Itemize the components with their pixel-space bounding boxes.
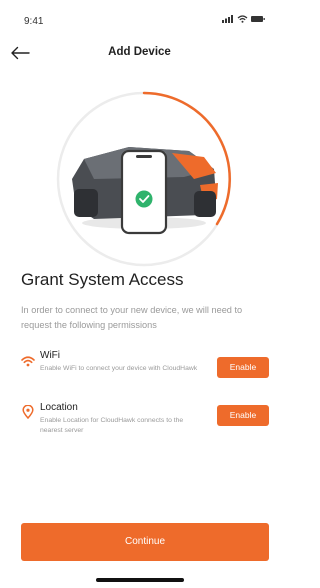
status-time: 9:41 (24, 16, 44, 27)
enable-location-button[interactable]: Enable (217, 405, 269, 426)
permission-description: Enable WiFi to connect your device with … (40, 365, 198, 372)
continue-button[interactable]: Continue (21, 523, 269, 561)
signal-icon (222, 15, 233, 23)
page-title: Add Device (108, 46, 171, 58)
wifi-icon (21, 356, 35, 367)
permission-title: WiFi (40, 350, 60, 361)
check-badge-icon (135, 190, 153, 208)
battery-icon (251, 16, 265, 22)
location-pin-icon (22, 405, 34, 419)
home-indicator (96, 578, 184, 582)
permission-title: Location (40, 402, 78, 413)
enable-wifi-button[interactable]: Enable (217, 357, 269, 378)
section-title: Grant System Access (21, 270, 184, 289)
status-icons (222, 15, 265, 23)
permission-item-wifi: WiFi Enable WiFi to connect your device … (21, 350, 269, 388)
hero-illustration (54, 89, 234, 269)
section-description: In order to connect to your new device, … (21, 305, 243, 330)
permission-description: Enable Location for CloudHawk connects t… (40, 417, 184, 434)
wifi-status-icon (237, 15, 248, 23)
permission-item-location: Location Enable Location for CloudHawk c… (21, 402, 269, 442)
